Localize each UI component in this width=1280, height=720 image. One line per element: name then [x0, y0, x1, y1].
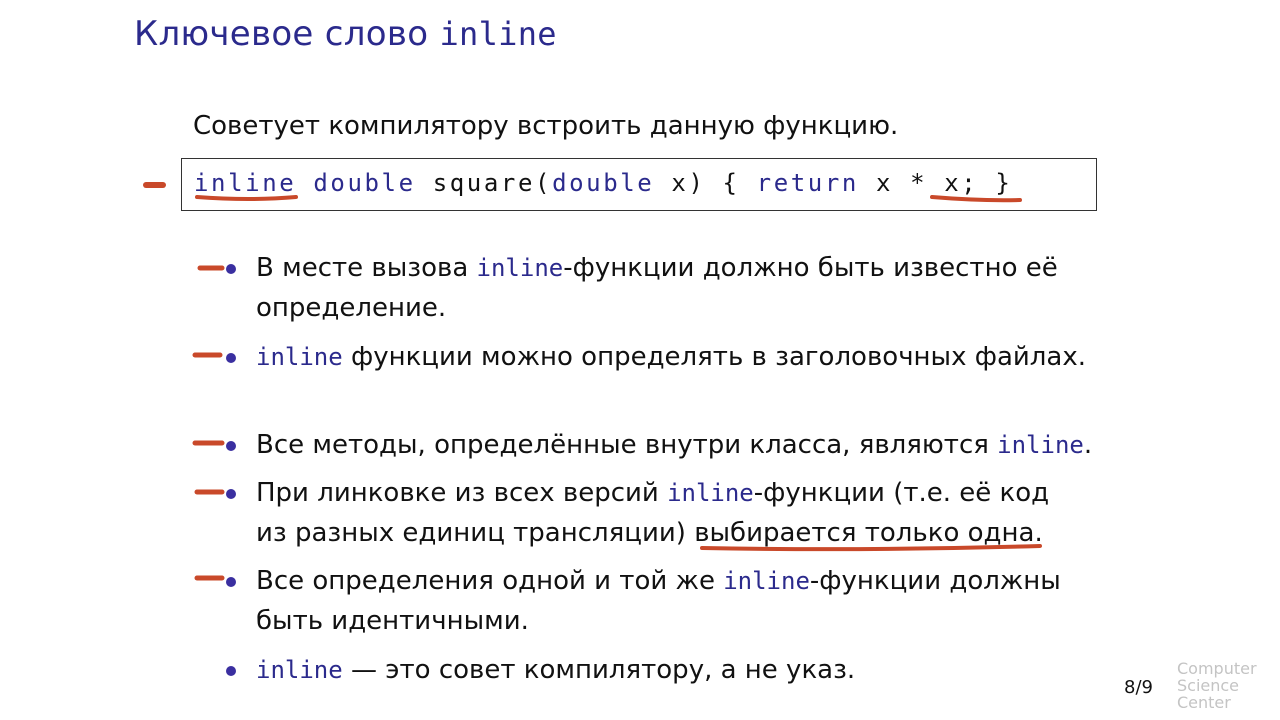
title-text: Ключевое слово: [134, 14, 440, 54]
code-text: x * x; }: [858, 169, 1013, 197]
item-code: inline: [476, 254, 564, 282]
code-keyword: double: [313, 169, 416, 197]
title-code: inline: [439, 15, 557, 53]
bullet-icon: [226, 489, 236, 499]
bullet-icon: [226, 666, 236, 676]
code-keyword: double: [552, 169, 655, 197]
bullet-icon: [226, 577, 236, 587]
code-keyword: return: [756, 169, 859, 197]
code-keyword: inline: [194, 169, 297, 197]
item-code: inline: [723, 567, 810, 595]
code-line: inline double square(double x) { return …: [194, 169, 1012, 197]
page-number: 8/9: [1124, 677, 1153, 698]
list-item: Все методы, определённые внутри класса, …: [226, 425, 1116, 465]
bullet-icon: [226, 353, 236, 363]
code-text: x) {: [654, 169, 757, 197]
logo: Computer Science Center: [1177, 660, 1257, 711]
slide-title: Ключевое слово inline: [134, 14, 557, 54]
item-code: inline: [667, 479, 754, 507]
item-text: В месте вызова: [256, 253, 477, 283]
list-item: Все определения одной и той же inline-фу…: [226, 561, 1086, 641]
item-text: При линковке из всех версий: [256, 478, 668, 508]
logo-line: Science: [1177, 676, 1240, 695]
item-code: inline: [997, 431, 1084, 459]
item-text: функции можно определять в заголовочных …: [342, 342, 1087, 372]
list-item: В месте вызова inline-функции должно быт…: [226, 248, 1116, 328]
item-text: .: [1083, 430, 1093, 460]
code-text: square(: [415, 169, 553, 197]
bullet-icon: [226, 441, 236, 451]
code-block: inline double square(double x) { return …: [181, 158, 1097, 211]
intro-text: Советует компилятору встроить данную фун…: [193, 111, 899, 141]
item-code: inline: [256, 656, 343, 684]
list-item: inline функции можно определять в заголо…: [226, 337, 1116, 377]
item-text: Все определения одной и той же: [256, 566, 724, 596]
logo-line: Computer: [1177, 659, 1257, 678]
item-text: — это совет компилятору, а не указ.: [342, 655, 856, 685]
bullet-icon: [226, 264, 236, 274]
logo-line: Center: [1177, 693, 1231, 712]
item-code: inline: [256, 343, 343, 371]
list-item: При линковке из всех версий inline-функц…: [226, 473, 1076, 553]
item-text: Все методы, определённые внутри класса, …: [256, 430, 998, 460]
list-item: inline — это совет компилятору, а не ука…: [226, 650, 1116, 690]
